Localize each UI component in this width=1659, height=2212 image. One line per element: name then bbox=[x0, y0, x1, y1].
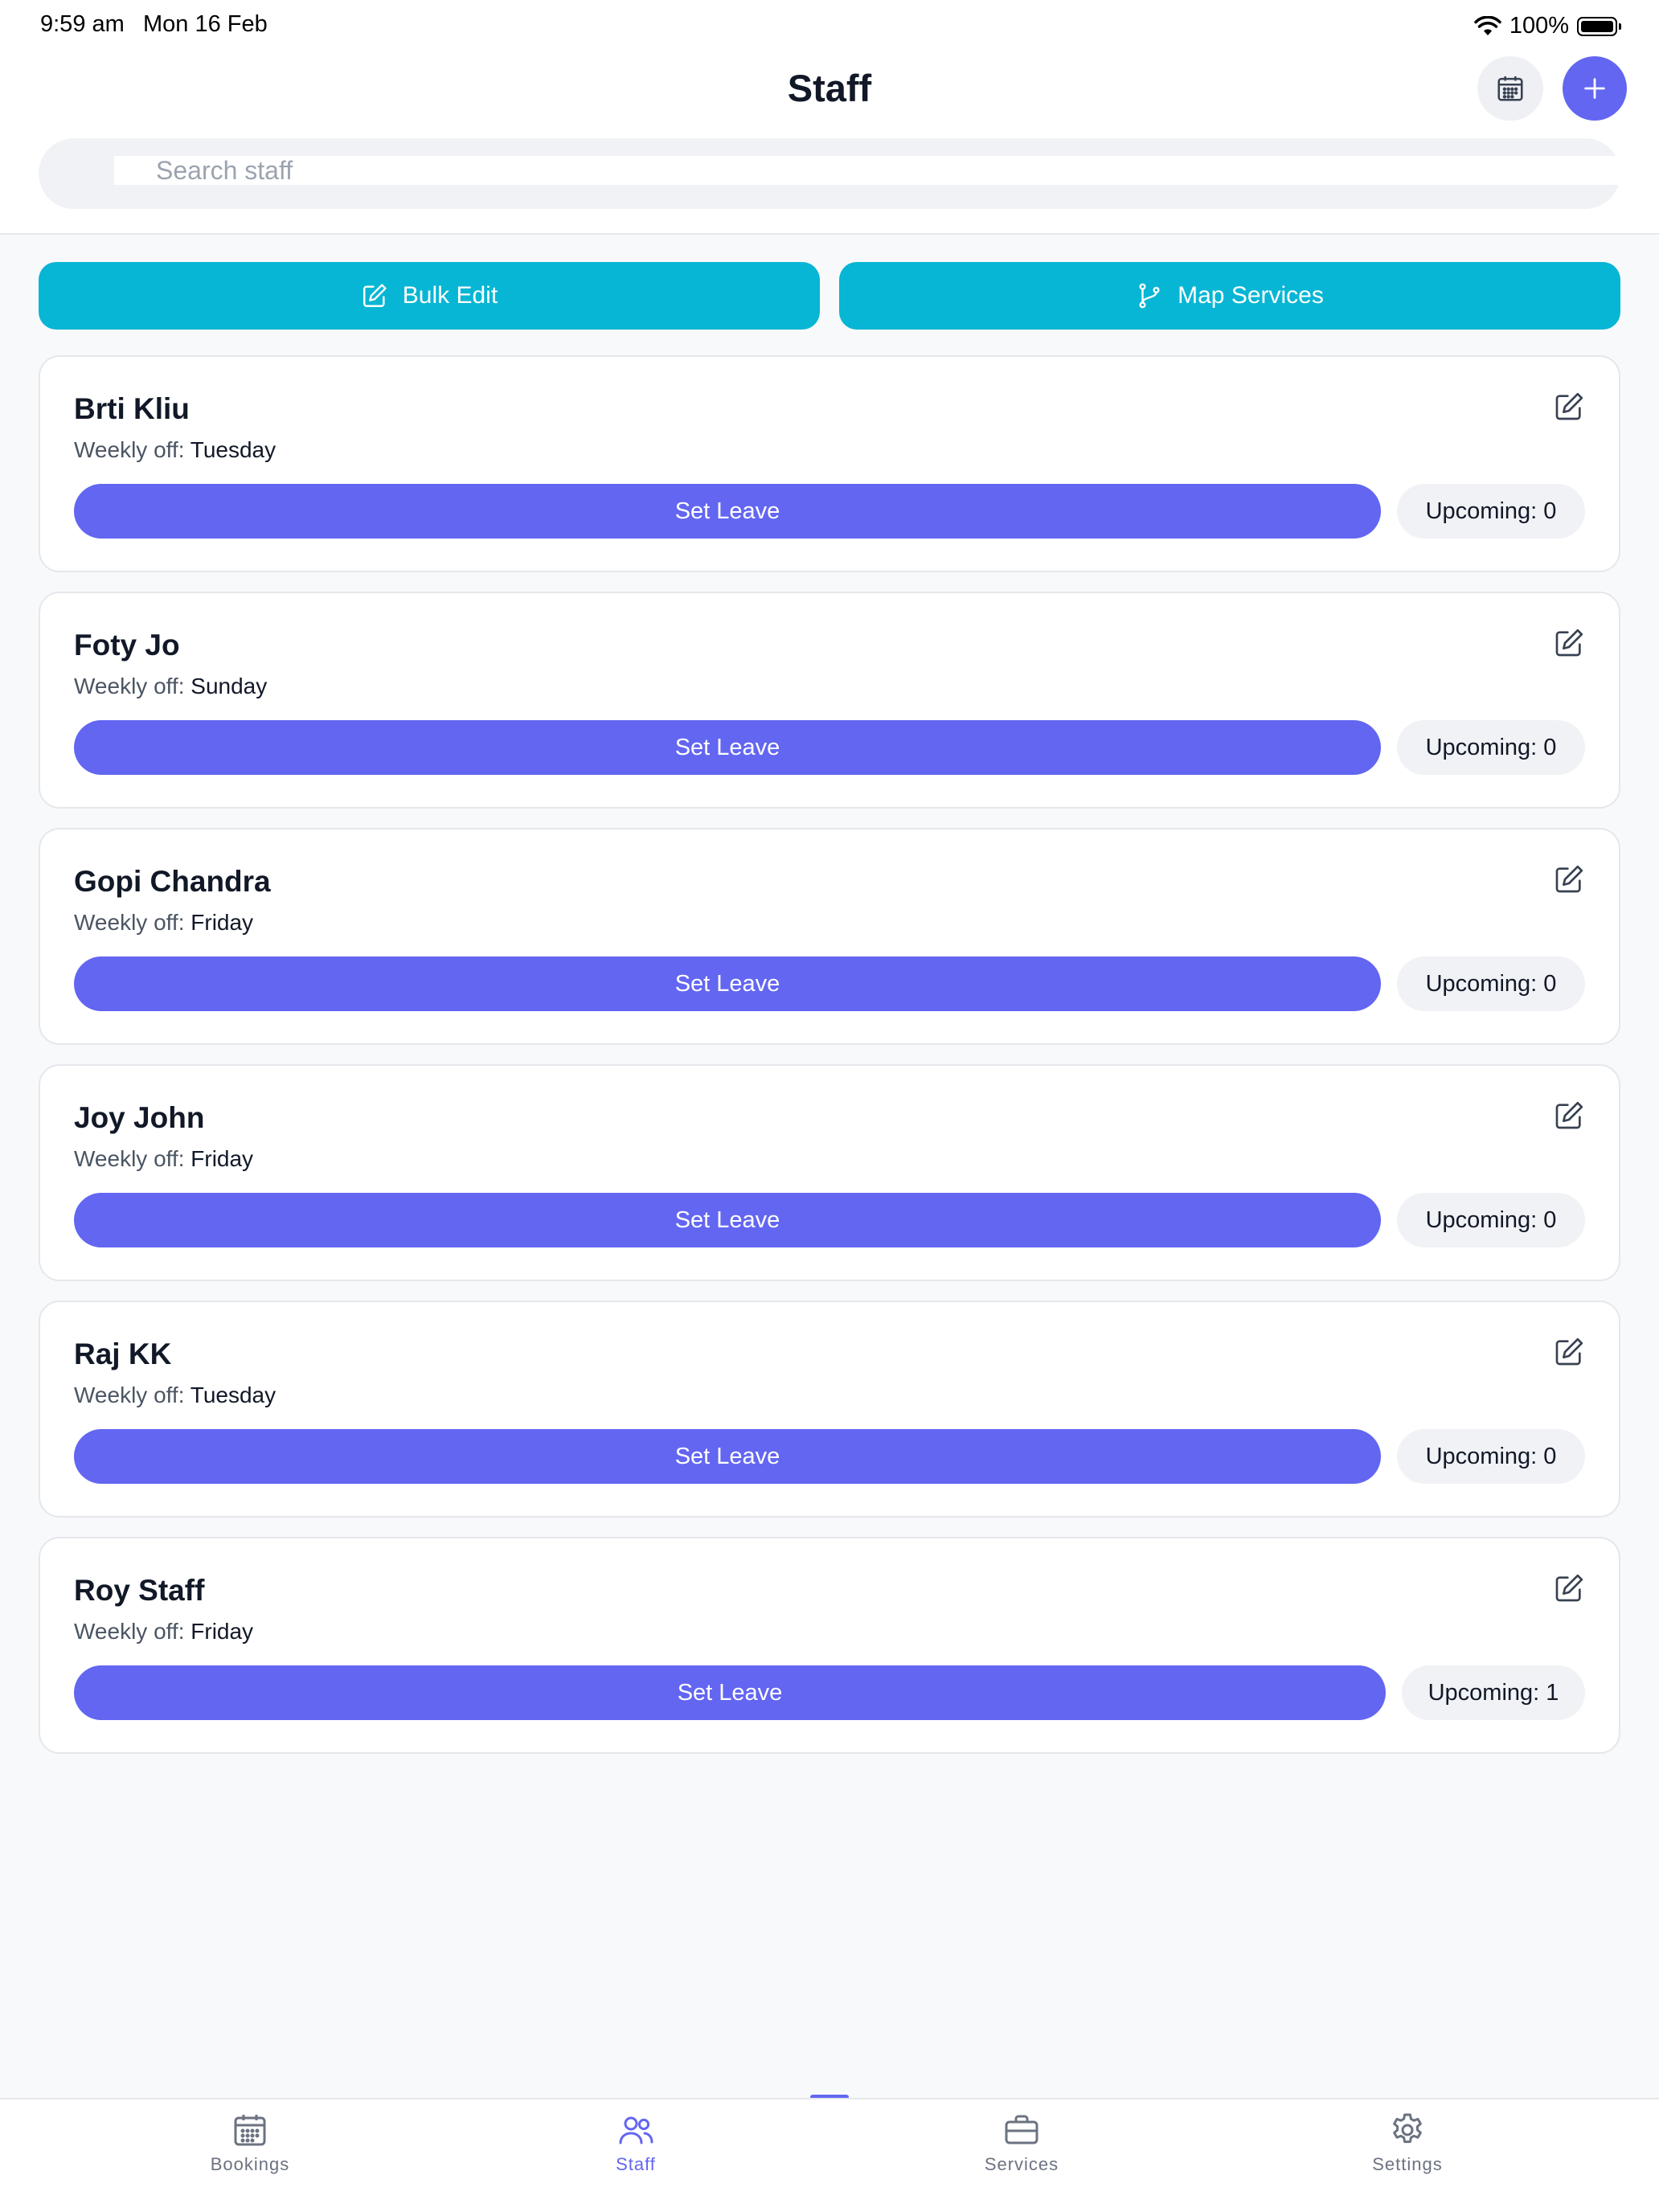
staff-card: Roy Staff Weekly off: Friday Set Leave U… bbox=[39, 1537, 1620, 1754]
tab-bar: Bookings Staff Services Settings bbox=[0, 2098, 1659, 2212]
edit-icon[interactable] bbox=[1553, 863, 1585, 895]
search-input[interactable] bbox=[114, 156, 1633, 185]
staff-name: Joy John bbox=[74, 1101, 205, 1134]
staff-card: Gopi Chandra Weekly off: Friday Set Leav… bbox=[39, 828, 1620, 1045]
edit-icon bbox=[363, 284, 387, 307]
map-services-button[interactable]: Map Services bbox=[839, 262, 1620, 330]
weekly-off: Weekly off: Friday bbox=[74, 1146, 253, 1172]
tab-label: Bookings bbox=[210, 2154, 290, 2174]
battery-icon bbox=[1577, 16, 1621, 36]
weekly-off: Weekly off: Tuesday bbox=[74, 1382, 276, 1408]
weekly-off: Weekly off: Friday bbox=[74, 910, 253, 936]
weekly-off: Weekly off: Sunday bbox=[74, 674, 267, 699]
weekly-off-day: Friday bbox=[190, 1146, 254, 1171]
tab-label: Services bbox=[984, 2154, 1059, 2174]
weekly-off: Weekly off: Friday bbox=[74, 1619, 253, 1645]
calendar-icon bbox=[1497, 76, 1523, 101]
set-leave-button[interactable]: Set Leave bbox=[74, 720, 1381, 775]
staff-name: Raj KK bbox=[74, 1337, 172, 1370]
tab-bookings[interactable]: Bookings bbox=[154, 2099, 346, 2196]
gear-icon bbox=[1393, 2113, 1422, 2144]
tab-staff[interactable]: Staff bbox=[539, 2099, 732, 2196]
weekly-off-day: Sunday bbox=[190, 674, 268, 698]
staff-name: Roy Staff bbox=[74, 1574, 205, 1607]
staff-card: Raj KK Weekly off: Tuesday Set Leave Upc… bbox=[39, 1301, 1620, 1518]
weekly-off-label: Weekly off: bbox=[74, 437, 185, 462]
status-indicators: 100% bbox=[1474, 13, 1621, 39]
weekly-off-day: Friday bbox=[190, 1619, 254, 1644]
upcoming-badge: Upcoming: 0 bbox=[1397, 1193, 1585, 1247]
edit-icon[interactable] bbox=[1553, 391, 1585, 423]
weekly-off-label: Weekly off: bbox=[74, 1619, 185, 1644]
weekly-off-day: Tuesday bbox=[190, 437, 276, 462]
briefcase-icon bbox=[1005, 2115, 1038, 2144]
weekly-off-label: Weekly off: bbox=[74, 1146, 185, 1171]
weekly-off-day: Friday bbox=[190, 910, 254, 935]
page-title: Staff bbox=[787, 67, 872, 109]
tab-services[interactable]: Services bbox=[925, 2099, 1118, 2196]
search-bar bbox=[39, 138, 1633, 209]
staff-name: Brti Kliu bbox=[74, 392, 190, 425]
upcoming-badge: Upcoming: 1 bbox=[1402, 1665, 1585, 1720]
tab-label: Staff bbox=[616, 2154, 656, 2174]
upcoming-badge: Upcoming: 0 bbox=[1397, 484, 1585, 539]
tab-settings[interactable]: Settings bbox=[1311, 2099, 1504, 2196]
weekly-off-day: Tuesday bbox=[190, 1382, 276, 1407]
staff-name: Gopi Chandra bbox=[74, 865, 271, 898]
edit-icon[interactable] bbox=[1553, 1336, 1585, 1368]
plus-icon bbox=[1584, 78, 1605, 99]
staff-name: Foty Jo bbox=[74, 629, 180, 662]
header-bar: 9:59 am Mon 16 Feb 100% Staff bbox=[0, 0, 1659, 235]
set-leave-button[interactable]: Set Leave bbox=[74, 484, 1381, 539]
tab-label: Settings bbox=[1372, 2154, 1443, 2174]
status-bar: 9:59 am Mon 16 Feb 100% bbox=[0, 11, 1659, 40]
weekly-off-label: Weekly off: bbox=[74, 674, 185, 698]
weekly-off-label: Weekly off: bbox=[74, 1382, 185, 1407]
map-services-label: Map Services bbox=[1178, 282, 1324, 309]
weekly-off: Weekly off: Tuesday bbox=[74, 437, 276, 463]
add-staff-button[interactable] bbox=[1563, 56, 1627, 121]
bulk-edit-label: Bulk Edit bbox=[402, 282, 498, 309]
upcoming-badge: Upcoming: 0 bbox=[1397, 956, 1585, 1011]
set-leave-button[interactable]: Set Leave bbox=[74, 956, 1381, 1011]
calendar-button[interactable] bbox=[1477, 56, 1543, 121]
battery-percent: 100% bbox=[1509, 13, 1569, 39]
wifi-icon bbox=[1474, 15, 1501, 35]
status-date: Mon 16 Feb bbox=[143, 11, 268, 37]
status-time: 9:59 am bbox=[40, 11, 125, 37]
set-leave-button[interactable]: Set Leave bbox=[74, 1665, 1386, 1720]
upcoming-badge: Upcoming: 0 bbox=[1397, 720, 1585, 775]
staff-card: Brti Kliu Weekly off: Tuesday Set Leave … bbox=[39, 355, 1620, 572]
git-branch-icon bbox=[1139, 283, 1160, 309]
calendar-icon bbox=[234, 2115, 266, 2146]
edit-icon[interactable] bbox=[1553, 1100, 1585, 1132]
staff-card: Foty Jo Weekly off: Sunday Set Leave Upc… bbox=[39, 592, 1620, 809]
bulk-edit-button[interactable]: Bulk Edit bbox=[39, 262, 820, 330]
edit-icon[interactable] bbox=[1553, 627, 1585, 659]
users-icon bbox=[619, 2116, 653, 2144]
set-leave-button[interactable]: Set Leave bbox=[74, 1193, 1381, 1247]
upcoming-badge: Upcoming: 0 bbox=[1397, 1429, 1585, 1484]
staff-card: Joy John Weekly off: Friday Set Leave Up… bbox=[39, 1064, 1620, 1281]
set-leave-button[interactable]: Set Leave bbox=[74, 1429, 1381, 1484]
edit-icon[interactable] bbox=[1553, 1572, 1585, 1604]
weekly-off-label: Weekly off: bbox=[74, 910, 185, 935]
